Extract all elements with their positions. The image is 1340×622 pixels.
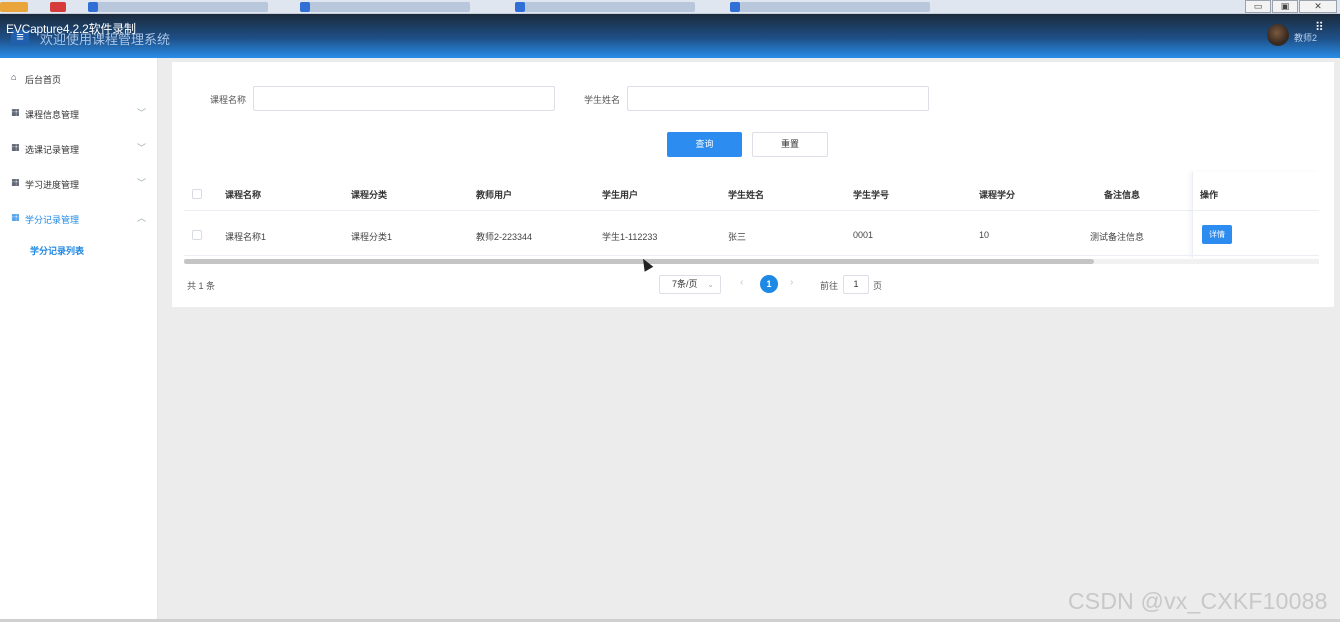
sidebar-item-label: 后台首页 <box>25 75 62 85</box>
chevron-down-icon: ﹀ <box>137 178 147 188</box>
main-panel: 课程名称 学生姓名 查询 重置 课程名称 课程分类 教师用户 学生用户 学生姓名… <box>172 62 1334 307</box>
sidebar: ⌂ 后台首页 ▦ 课程信息管理 ﹀ ▦ 选课记录管理 ﹀ ▦ 学习进度管理 ﹀ … <box>0 58 158 622</box>
grid-icon: ▦ <box>11 212 20 222</box>
student-name-label: 学生姓名 <box>584 95 621 105</box>
sidebar-item-progress[interactable]: ▦ 学习进度管理 ﹀ <box>0 173 158 193</box>
chevron-up-icon: ︿ <box>137 213 147 223</box>
course-name-label: 课程名称 <box>210 95 247 105</box>
table-cell: 课程名称1 <box>225 232 267 242</box>
table-cell: 教师2-223344 <box>476 232 533 242</box>
column-header: 学生姓名 <box>728 190 765 200</box>
goto-page-input[interactable]: 1 <box>843 275 869 294</box>
table-cell: 0001 <box>853 230 874 240</box>
column-header: 备注信息 <box>1104 190 1141 200</box>
sidebar-item-credit[interactable]: ▦ 学分记录管理 ︿ <box>0 208 158 228</box>
select-all-checkbox[interactable] <box>192 189 202 199</box>
os-taskbar: ▭ ▣ ✕ <box>0 0 1340 14</box>
next-page-icon[interactable]: › <box>790 277 793 288</box>
grid-icon: ▦ <box>11 142 20 152</box>
table-divider <box>184 210 1319 211</box>
sidebar-item-label: 课程信息管理 <box>25 110 80 120</box>
table-divider <box>184 255 1319 256</box>
column-header: 课程分类 <box>351 190 388 200</box>
home-icon: ⌂ <box>11 72 17 82</box>
app-icon[interactable] <box>50 2 66 12</box>
chevron-down-icon: ﹀ <box>137 143 147 153</box>
capture-watermark-label: EVCapture4.2.2软件录制 <box>6 22 136 36</box>
grid-icon: ▦ <box>11 177 20 187</box>
close-icon[interactable]: ✕ <box>1299 0 1337 13</box>
column-header: 教师用户 <box>476 190 513 200</box>
reset-button[interactable]: 重置 <box>752 132 828 157</box>
table-cell: 学生1-112233 <box>602 232 658 242</box>
page-size-select[interactable]: 7条/页 ⌄ <box>659 275 721 294</box>
sidebar-item-label: 学分记录管理 <box>25 215 80 225</box>
column-header: 学生用户 <box>602 190 639 200</box>
course-name-input[interactable] <box>253 86 555 111</box>
apps-grid-icon[interactable]: ⠿ <box>1315 20 1324 34</box>
sidebar-item-label: 学习进度管理 <box>25 180 80 190</box>
chevron-down-icon: ⌄ <box>707 280 714 289</box>
app-icon[interactable] <box>0 2 28 12</box>
table-cell: 10 <box>979 230 990 240</box>
column-header: 课程名称 <box>225 190 262 200</box>
table-cell: 测试备注信息 <box>1090 232 1145 242</box>
prev-page-icon[interactable]: ‹ <box>740 277 743 288</box>
column-header: 学生学号 <box>853 190 890 200</box>
taskbar-tab[interactable] <box>730 2 930 12</box>
total-count: 共 1 条 <box>187 281 216 291</box>
taskbar-tab[interactable] <box>300 2 470 12</box>
sidebar-item-label: 选课记录管理 <box>25 145 80 155</box>
table-cell: 课程分类1 <box>351 232 393 242</box>
sidebar-item-course-info[interactable]: ▦ 课程信息管理 ﹀ <box>0 103 158 123</box>
top-header: ≡ 欢迎使用课程管理系统 教师2 ⠿ <box>0 14 1340 58</box>
student-name-input[interactable] <box>627 86 929 111</box>
query-button[interactable]: 查询 <box>667 132 742 157</box>
fixed-action-column <box>1192 172 1320 258</box>
detail-button[interactable]: 详情 <box>1202 225 1232 244</box>
chevron-down-icon: ﹀ <box>137 108 147 118</box>
row-checkbox[interactable] <box>192 230 202 240</box>
column-header: 课程学分 <box>979 190 1016 200</box>
taskbar-tab[interactable] <box>88 2 268 12</box>
grid-icon: ▦ <box>11 107 20 117</box>
taskbar-tab[interactable] <box>515 2 695 12</box>
user-name[interactable]: 教师2 <box>1294 31 1317 44</box>
page-word: 页 <box>873 281 883 291</box>
csdn-watermark: CSDN @vx_CXKF10088 <box>1068 588 1328 614</box>
goto-label: 前往 <box>820 281 839 291</box>
minimize-button[interactable]: ▭ <box>1245 0 1271 13</box>
avatar[interactable] <box>1267 24 1289 46</box>
sidebar-item-home[interactable]: ⌂ 后台首页 <box>0 68 158 88</box>
sidebar-item-enrollment[interactable]: ▦ 选课记录管理 ﹀ <box>0 138 158 158</box>
page-size-value: 7条/页 <box>672 279 698 289</box>
table-cell: 张三 <box>728 232 747 242</box>
sidebar-subitem-credit-list[interactable]: 学分记录列表 <box>30 244 84 257</box>
maximize-button[interactable]: ▣ <box>1272 0 1298 13</box>
page-number-current[interactable]: 1 <box>760 275 778 293</box>
